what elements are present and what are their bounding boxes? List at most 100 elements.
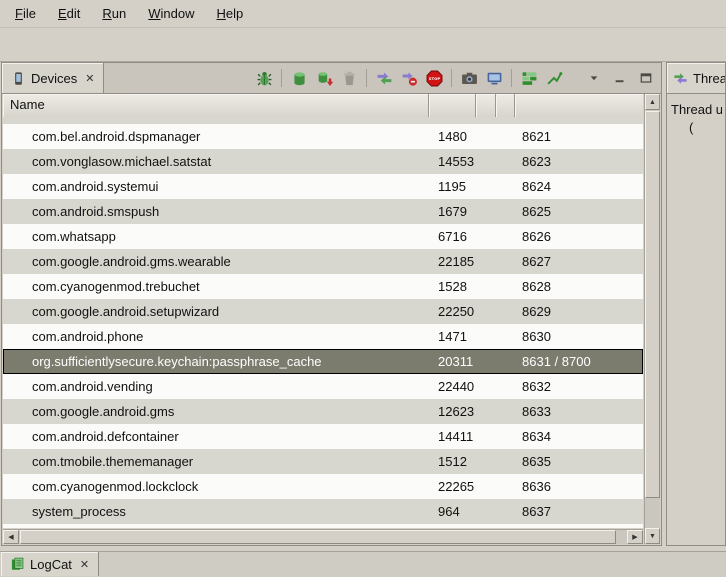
status-cell	[496, 424, 515, 449]
scroll-up-button[interactable]: ▲	[645, 94, 660, 110]
update-threads-button[interactable]	[373, 67, 395, 89]
tab-logcat[interactable]: LogCat ✕	[1, 552, 99, 576]
status-cell	[496, 224, 515, 249]
menu-run[interactable]: Run	[91, 2, 137, 25]
status-cell	[476, 399, 496, 424]
table-row[interactable]: com.google.android.gms126238633	[3, 399, 643, 424]
table-row[interactable]: com.whatsapp67168626	[3, 224, 643, 249]
horizontal-scrollbar-thumb[interactable]	[20, 530, 616, 544]
table-row[interactable]: com.android.vending224408632	[3, 374, 643, 399]
status-cell	[476, 474, 496, 499]
pid-cell: 12623	[429, 399, 476, 424]
column-header-col4[interactable]	[496, 94, 515, 117]
port-cell: 8631 / 8700	[515, 349, 643, 374]
minimize-button[interactable]	[611, 69, 629, 87]
table-row[interactable]: com.google.android.setupwizard222508629	[3, 299, 643, 324]
menu-edit[interactable]: Edit	[47, 2, 91, 25]
table-row[interactable]: com.android.smspush16798625	[3, 199, 643, 224]
pid-cell: 22250	[429, 299, 476, 324]
pid-cell: 22440	[429, 374, 476, 399]
threads-tabbar: Threads	[667, 63, 725, 94]
table-row[interactable]: com.android.systemui11958624	[3, 174, 643, 199]
status-cell	[496, 499, 515, 524]
threads-view: Threads Thread up (	[666, 62, 726, 546]
status-cell	[496, 374, 515, 399]
scroll-down-button[interactable]: ▼	[645, 528, 660, 544]
screen-record-button[interactable]	[483, 67, 505, 89]
status-cell	[476, 124, 496, 149]
process-name-cell: com.android.smspush	[3, 199, 429, 224]
status-cell	[476, 374, 496, 399]
column-header-name[interactable]: Name	[3, 94, 429, 117]
vertical-scrollbar[interactable]: ▲ ▼	[644, 94, 660, 544]
update-heap-button[interactable]	[288, 67, 310, 89]
status-cell	[496, 299, 515, 324]
toolbar-separator	[366, 69, 367, 87]
systrace-button[interactable]	[518, 67, 540, 89]
port-cell: 8636	[515, 474, 643, 499]
debug-process-button[interactable]	[253, 67, 275, 89]
status-cell	[496, 274, 515, 299]
threads-message: Thread up (	[667, 94, 725, 135]
process-name-cell: com.cyanogenmod.lockclock	[3, 474, 429, 499]
vertical-scrollbar-thumb[interactable]	[645, 111, 660, 498]
horizontal-scrollbar[interactable]: ◀ ▶	[3, 529, 643, 544]
status-cell	[496, 149, 515, 174]
status-cell	[476, 449, 496, 474]
table-row[interactable]: com.android.defcontainer144118634	[3, 424, 643, 449]
status-cell	[496, 249, 515, 274]
menu-window[interactable]: Window	[137, 2, 205, 25]
pid-cell: 964	[429, 499, 476, 524]
pid-cell: 22265	[429, 474, 476, 499]
menu-help[interactable]: Help	[205, 2, 254, 25]
screen-capture-button[interactable]	[458, 67, 480, 89]
column-header-col3[interactable]	[476, 94, 496, 117]
opengl-trace-button[interactable]	[543, 67, 565, 89]
dump-hprof-button[interactable]	[313, 67, 335, 89]
table-row[interactable]: com.vonglasow.michael.satstat145538623	[3, 149, 643, 174]
process-name-cell: com.whatsapp	[3, 224, 429, 249]
table-row[interactable]: org.sufficientlysecure.keychain:passphra…	[3, 349, 643, 374]
table-row[interactable]: com.android.phone14718630	[3, 324, 643, 349]
status-cell	[496, 399, 515, 424]
cause-gc-button[interactable]	[338, 67, 360, 89]
toolbar-separator	[451, 69, 452, 87]
maximize-button[interactable]	[637, 69, 655, 87]
start-method-profiling-button[interactable]	[398, 67, 420, 89]
column-header-pid[interactable]	[429, 94, 476, 117]
table-row[interactable]: com.cyanogenmod.trebuchet15288628	[3, 274, 643, 299]
pid-cell: 6716	[429, 224, 476, 249]
close-icon[interactable]: ✕	[80, 558, 89, 571]
close-icon[interactable]: ✕	[85, 72, 94, 85]
tab-threads[interactable]: Threads	[667, 63, 726, 93]
port-cell: 8621	[515, 124, 643, 149]
pid-cell: 1471	[429, 324, 476, 349]
column-header-port[interactable]	[515, 94, 643, 117]
status-cell	[476, 174, 496, 199]
status-cell	[496, 199, 515, 224]
menu-bar: FileEditRunWindowHelp	[0, 0, 726, 28]
port-cell: 8635	[515, 449, 643, 474]
process-name-cell: com.android.defcontainer	[3, 424, 429, 449]
pid-cell: 1528	[429, 274, 476, 299]
tab-devices[interactable]: Devices ✕	[2, 63, 104, 93]
table-row[interactable]: system_process9648637	[3, 499, 643, 524]
table-row[interactable]: com.google.android.gms.wearable221858627	[3, 249, 643, 274]
port-cell: 8634	[515, 424, 643, 449]
status-cell	[476, 499, 496, 524]
tab-devices-label: Devices	[31, 71, 77, 86]
scroll-right-button[interactable]: ▶	[627, 530, 643, 544]
status-cell	[476, 299, 496, 324]
menu-file[interactable]: File	[4, 2, 47, 25]
table-row[interactable]: com.tmobile.thememanager15128635	[3, 449, 643, 474]
stop-process-button[interactable]: STOP	[423, 67, 445, 89]
table-row[interactable]: com.bel.android.dspmanager14808621	[3, 124, 643, 149]
view-menu-button[interactable]	[585, 69, 603, 87]
tab-threads-label: Threads	[693, 71, 726, 86]
devices-toolbar: STOP	[253, 67, 565, 89]
status-cell	[476, 199, 496, 224]
port-cell: 8630	[515, 324, 643, 349]
process-name-cell: com.android.systemui	[3, 174, 429, 199]
scroll-left-button[interactable]: ◀	[3, 530, 19, 544]
table-row[interactable]: com.cyanogenmod.lockclock22265 8636	[3, 474, 643, 499]
